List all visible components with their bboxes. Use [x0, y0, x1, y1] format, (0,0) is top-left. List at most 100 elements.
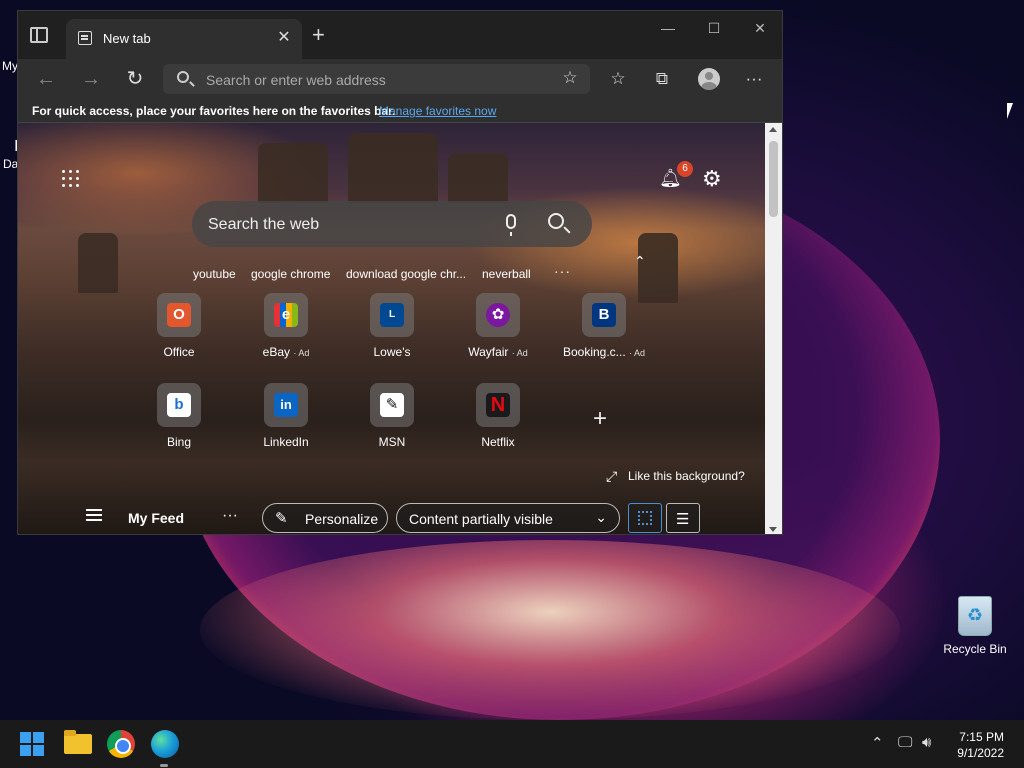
close-window-button[interactable]: ✕	[740, 20, 780, 37]
time: 7:15 PM	[959, 730, 1004, 744]
notifications-bell-icon[interactable]: 🔔︎	[659, 168, 682, 190]
volume-icon[interactable]: 🔊︎	[922, 734, 931, 751]
more-icon[interactable]: ···	[742, 68, 766, 90]
like-background-label: Like this background?	[628, 469, 745, 483]
msn-icon: ✎	[370, 383, 414, 427]
edge-icon[interactable]	[151, 730, 179, 758]
collections-icon[interactable]: ⧉	[650, 68, 674, 90]
address-placeholder: Search or enter web address	[206, 72, 386, 88]
search-icon[interactable]	[548, 213, 564, 229]
personalize-icon: ✎	[275, 510, 288, 527]
manage-favorites-link[interactable]: Manage favorites now	[379, 104, 496, 118]
list-view-button[interactable]: ☰	[666, 503, 700, 533]
navigation-toolbar: ← → ↻ Search or enter web address ☆ ☆ ⧉ …	[18, 59, 782, 99]
profile-icon[interactable]	[698, 68, 720, 90]
top-site-booking[interactable]: B Booking.c... · Ad	[559, 293, 649, 359]
top-site-msn[interactable]: ✎ MSN	[347, 383, 437, 449]
top-site-office[interactable]: O Office	[134, 293, 224, 359]
edge-browser-window: New tab ✕ + — ☐ ✕ ← → ↻ Search or enter …	[17, 10, 783, 535]
top-site-netflix[interactable]: N Netflix	[453, 383, 543, 449]
tab-title: New tab	[103, 31, 151, 46]
linkedin-icon: in	[264, 383, 308, 427]
forward-button[interactable]: →	[77, 67, 105, 91]
network-icon[interactable]: 🖵︎	[898, 734, 912, 751]
top-site-label: eBay · Ad	[262, 345, 310, 359]
top-site-label: Lowe's	[373, 345, 411, 359]
top-site-label: LinkedIn	[263, 435, 309, 449]
netflix-icon: N	[476, 383, 520, 427]
mouse-cursor	[1007, 103, 1013, 119]
minimize-button[interactable]: —	[648, 20, 688, 36]
web-search-box[interactable]: Search the web	[192, 201, 592, 247]
personalize-label: Personalize	[305, 511, 379, 527]
top-site-linkedin[interactable]: in LinkedIn	[241, 383, 331, 449]
app-launcher-icon[interactable]	[62, 170, 80, 188]
trending-search-link[interactable]: neverball	[482, 267, 531, 281]
top-site-label: Office	[163, 345, 195, 359]
feed-bar: My Feed ··· ✎ Personalize Content partia…	[18, 499, 766, 534]
start-icon[interactable]	[20, 730, 48, 758]
scroll-down-icon[interactable]	[769, 527, 777, 532]
new-tab-page: 🔔︎ 6 ⚙ Search the web youtube google chr…	[18, 123, 766, 534]
expand-icon: ⤢	[606, 468, 618, 484]
booking-icon: B	[582, 293, 626, 337]
top-site-label: Netflix	[481, 435, 515, 449]
file-explorer-icon[interactable]	[64, 730, 92, 754]
search-icon	[177, 71, 189, 83]
top-site-lowes[interactable]: L Lowe's	[347, 293, 437, 359]
background-rock	[258, 143, 328, 203]
desktop-icon-label-fragment[interactable]: My	[2, 59, 18, 73]
menu-icon[interactable]	[86, 509, 102, 521]
tab-new-tab[interactable]: New tab ✕	[66, 19, 302, 59]
clock[interactable]: 7:15 PM 9/1/2022	[948, 729, 1004, 761]
collapse-caret-icon[interactable]: ⌃	[634, 253, 646, 270]
recycle-bin-label: Recycle Bin	[943, 642, 1007, 656]
wayfair-icon: ✿	[476, 293, 520, 337]
recycle-bin-icon	[958, 596, 992, 636]
favorites-bar: For quick access, place your favorites h…	[18, 99, 782, 123]
top-site-label: MSN	[378, 435, 406, 449]
list-icon: ☰	[676, 511, 690, 528]
page-scrollbar[interactable]	[765, 123, 782, 534]
close-tab-icon[interactable]: ✕	[274, 27, 294, 47]
background-rock	[78, 233, 118, 293]
settings-gear-icon[interactable]: ⚙	[702, 166, 722, 192]
title-bar: New tab ✕ + — ☐ ✕	[18, 11, 782, 59]
trending-search-link[interactable]: download google chr...	[346, 267, 466, 281]
background-rock	[348, 133, 438, 203]
feed-title[interactable]: My Feed	[128, 510, 184, 526]
back-button[interactable]: ←	[32, 67, 60, 91]
add-site-button[interactable]: +	[593, 405, 607, 433]
new-tab-button[interactable]: +	[312, 22, 325, 48]
chevron-down-icon: ⌄	[595, 509, 607, 525]
favorites-icon[interactable]: ☆	[606, 68, 630, 90]
bing-icon: b	[157, 383, 201, 427]
show-hidden-icons-chevron-icon[interactable]: ⌃	[871, 734, 884, 752]
feed-more-button[interactable]: ···	[222, 507, 238, 525]
top-site-ebay[interactable]: e eBay · Ad	[241, 293, 331, 359]
top-site-bing[interactable]: b Bing	[134, 383, 224, 449]
office-icon: O	[157, 293, 201, 337]
scrollbar-thumb[interactable]	[769, 141, 778, 217]
content-visibility-dropdown[interactable]: Content partially visible ⌄	[396, 503, 620, 533]
taskbar: ⌃ 🖵︎ 🔊︎ 7:15 PM 9/1/2022	[0, 720, 1024, 768]
trending-more-button[interactable]: ···	[554, 263, 571, 279]
top-site-wayfair[interactable]: ✿ Wayfair · Ad	[453, 293, 543, 359]
maximize-button[interactable]: ☐	[694, 20, 734, 37]
grid-view-button[interactable]	[628, 503, 662, 533]
trending-search-link[interactable]: google chrome	[251, 267, 330, 281]
add-favorite-icon[interactable]: ☆	[558, 67, 582, 89]
grid-icon	[638, 511, 652, 525]
tab-actions-icon[interactable]	[30, 27, 48, 43]
background-rock	[448, 153, 508, 203]
chrome-icon[interactable]	[107, 730, 135, 758]
desktop-recycle-bin[interactable]: Recycle Bin	[938, 596, 1012, 656]
scroll-up-icon[interactable]	[769, 127, 777, 132]
refresh-button[interactable]: ↻	[121, 67, 149, 91]
date: 9/1/2022	[957, 746, 1004, 760]
personalize-button[interactable]: ✎ Personalize	[262, 503, 388, 533]
trending-search-link[interactable]: youtube	[193, 267, 236, 281]
microphone-icon[interactable]	[506, 214, 516, 236]
top-site-label: Booking.c... · Ad	[562, 345, 646, 359]
address-bar[interactable]: Search or enter web address ☆	[163, 64, 590, 94]
